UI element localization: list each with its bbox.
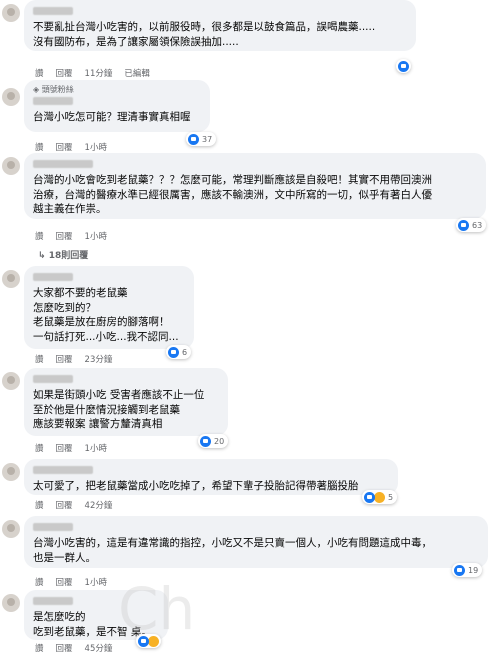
- like-icon: [458, 219, 469, 231]
- reaction-count[interactable]: [396, 59, 411, 73]
- comment-text-line: 怎麼吃到的？: [33, 301, 96, 314]
- reply-link[interactable]: 回覆: [56, 143, 73, 153]
- comment-bubble: 台灣小吃害的，這是有違常識的指控，小吃又不是只賣一個人，小吃有問題這成中毒， 也…: [24, 516, 488, 568]
- commenter-name-blurred[interactable]: [33, 273, 73, 281]
- comment-bubble: ◈ 頭號粉絲 台灣小吃怎可能？理清事實真相喔: [24, 80, 210, 132]
- comment-text-line: 一句話打死...小吃...我不認同...: [33, 330, 179, 343]
- like-icon: [168, 346, 179, 358]
- like-icon: [398, 60, 409, 72]
- comment-text-line: 老鼠藥是放在廚房的腳落啊！: [33, 316, 170, 328]
- comment-actions: 讚 回覆 1小時: [35, 230, 119, 242]
- comment-text-line: 至於他是什麼情況接觸到老鼠藥: [33, 403, 180, 416]
- top-fan-badge: ◈ 頭號粉絲: [33, 85, 74, 94]
- comment-bubble: 大家都不要的老鼠藥 怎麼吃到的？ 老鼠藥是放在廚房的腳落啊！ 一句話打死...小…: [24, 266, 194, 349]
- comment-text-line: 應該要報案 讓警方釐清真相: [33, 418, 163, 430]
- comment-text-line: 不要亂扯台灣小吃害的，以前服役時，很多都是以鼓食篇品，誤喝農藥.....: [33, 21, 376, 33]
- comment-text-line: 大家都不要的老鼠藥: [33, 287, 128, 299]
- haha-icon: [374, 491, 385, 503]
- timestamp[interactable]: 1小時: [85, 143, 107, 153]
- reply-link[interactable]: 回覆: [56, 501, 73, 511]
- like-link[interactable]: 讚: [35, 232, 44, 242]
- commenter-name-blurred[interactable]: [33, 7, 73, 15]
- like-link[interactable]: 讚: [35, 69, 44, 79]
- comment-actions: 讚 回覆 45分鐘: [35, 642, 124, 654]
- timestamp[interactable]: 1小時: [85, 232, 107, 242]
- timestamp[interactable]: 11分鐘: [85, 69, 113, 79]
- comment-actions: 讚 回覆 1小時: [35, 576, 119, 588]
- commenter-name-blurred[interactable]: [33, 597, 73, 605]
- commenter-name-blurred[interactable]: [33, 466, 93, 474]
- reply-link[interactable]: 回覆: [56, 644, 73, 654]
- view-replies-link[interactable]: ↳ 18則回覆: [38, 248, 88, 261]
- avatar[interactable]: [2, 270, 20, 288]
- timestamp[interactable]: 45分鐘: [85, 644, 113, 654]
- comment-bubble: 不要亂扯台灣小吃害的，以前服役時，很多都是以鼓食篇品，誤喝農藥..... 沒有國…: [24, 0, 416, 51]
- reply-link[interactable]: 回覆: [56, 355, 73, 365]
- like-link[interactable]: 讚: [35, 501, 44, 511]
- comment-actions: 讚 回覆 11分鐘 已編輯: [35, 67, 162, 79]
- commenter-name-blurred[interactable]: [33, 375, 73, 383]
- reply-link[interactable]: 回覆: [56, 444, 73, 454]
- watermark: Ch: [118, 575, 196, 643]
- timestamp[interactable]: 1小時: [85, 444, 107, 454]
- comment-text-line: 越主義在作祟。: [33, 203, 107, 215]
- commenter-name-blurred[interactable]: [33, 160, 93, 168]
- comment-text-line: 也是一群人。: [33, 551, 96, 564]
- comment-text-line: 太可愛了，把老鼠藥當成小吃吃掉了，希望下輩子投胎記得帶著腦投胎: [33, 480, 359, 492]
- reaction-count[interactable]: 63: [456, 218, 487, 232]
- timestamp[interactable]: 1小時: [85, 578, 107, 588]
- comment-text-line: 台灣小吃怎可能？理清事實真相喔: [33, 111, 191, 123]
- comment-text-line: 台灣的小吃會吃到老鼠藥？？？怎麼可能，常理判斷應該是自殺吧！其實不用帶回澳洲: [33, 174, 432, 186]
- like-link[interactable]: 讚: [35, 444, 44, 454]
- like-icon: [200, 435, 211, 447]
- reaction-count[interactable]: 5: [362, 490, 398, 504]
- avatar[interactable]: [2, 4, 20, 22]
- reaction-count[interactable]: 20: [198, 434, 229, 448]
- comment-text-line: 治療，台灣的醫療水準已經很厲害，應該不輸澳洲，文中所寫的一切，似乎有著白人優: [33, 188, 432, 201]
- like-icon: [454, 564, 465, 576]
- comment-bubble: 如果是街頭小吃 受害者應該不止一位 至於他是什麼情況接觸到老鼠藥 應該要報案 讓…: [24, 368, 228, 436]
- comment-actions: 讚 回覆 1小時: [35, 141, 119, 153]
- edited-label[interactable]: 已編輯: [124, 69, 150, 79]
- reply-link[interactable]: 回覆: [56, 232, 73, 242]
- timestamp[interactable]: 42分鐘: [85, 501, 113, 511]
- comment-actions: 讚 回覆 42分鐘: [35, 499, 124, 511]
- like-link[interactable]: 讚: [35, 143, 44, 153]
- comment-actions: 讚 回覆 1小時: [35, 442, 119, 454]
- comment-bubble: 太可愛了，把老鼠藥當成小吃吃掉了，希望下輩子投胎記得帶著腦投胎: [24, 459, 398, 495]
- like-link[interactable]: 讚: [35, 578, 44, 588]
- commenter-name-blurred[interactable]: [33, 523, 73, 531]
- avatar[interactable]: [2, 372, 20, 390]
- reaction-count[interactable]: 19: [452, 563, 483, 577]
- commenter-name-blurred[interactable]: [33, 97, 73, 105]
- reply-link[interactable]: 回覆: [56, 578, 73, 588]
- avatar[interactable]: [2, 594, 20, 612]
- avatar[interactable]: [2, 463, 20, 481]
- avatar[interactable]: [2, 520, 20, 538]
- reply-link[interactable]: 回覆: [56, 69, 73, 79]
- comment-bubble: 台灣的小吃會吃到老鼠藥？？？怎麼可能，常理判斷應該是自殺吧！其實不用帶回澳洲 治…: [24, 153, 486, 219]
- avatar[interactable]: [2, 88, 20, 106]
- like-icon: [188, 133, 199, 145]
- comment-text-line: 沒有國防布，是為了讓家屬領保險誤抽加.....: [33, 35, 239, 48]
- reaction-count[interactable]: 37: [186, 132, 217, 146]
- comment-text-line: 台灣小吃害的，這是有違常識的指控，小吃又不是只賣一個人，小吃有問題這成中毒，: [33, 537, 432, 549]
- like-icon: [364, 491, 375, 503]
- like-link[interactable]: 讚: [35, 355, 44, 365]
- reply-arrow-icon: ↳: [38, 251, 49, 261]
- comment-text-line: 如果是街頭小吃 受害者應該不止一位: [33, 389, 205, 401]
- like-link[interactable]: 讚: [35, 644, 44, 654]
- avatar[interactable]: [2, 157, 20, 175]
- comment-actions: 讚 回覆 23分鐘: [35, 353, 124, 365]
- timestamp[interactable]: 23分鐘: [85, 355, 113, 365]
- reaction-count[interactable]: 6: [166, 345, 192, 359]
